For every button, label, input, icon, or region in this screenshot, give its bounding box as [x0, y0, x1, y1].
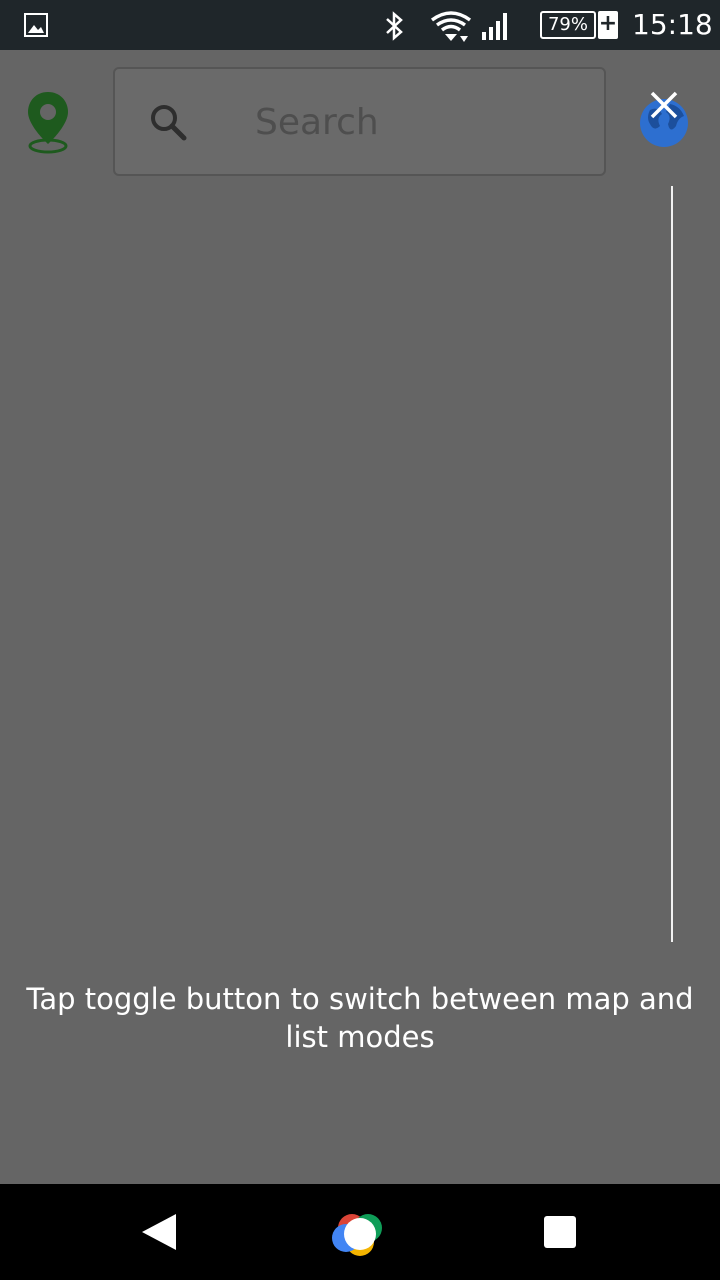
gallery-icon	[24, 13, 48, 41]
clock: 15:18	[632, 8, 713, 41]
navigation-bar	[0, 1184, 720, 1280]
search-input[interactable]	[255, 93, 575, 151]
wifi-icon	[430, 10, 472, 48]
search-icon	[149, 103, 189, 147]
recents-icon[interactable]	[544, 1216, 576, 1248]
charging-indicator: +	[598, 11, 618, 39]
back-icon[interactable]	[140, 1212, 178, 1256]
vertical-divider	[671, 186, 673, 942]
map-list-toggle-button[interactable]	[636, 88, 694, 148]
cell-signal-icon	[480, 10, 512, 46]
search-box[interactable]	[113, 67, 606, 176]
battery-icon: 79%	[540, 11, 596, 39]
toggle-hint-text: Tap toggle button to switch between map …	[26, 982, 694, 1054]
home-icon[interactable]	[332, 1208, 388, 1264]
status-bar: 79% + 15:18	[0, 0, 720, 50]
map-pin-icon	[28, 92, 68, 154]
location-button[interactable]	[24, 90, 72, 156]
bluetooth-icon	[384, 10, 406, 46]
